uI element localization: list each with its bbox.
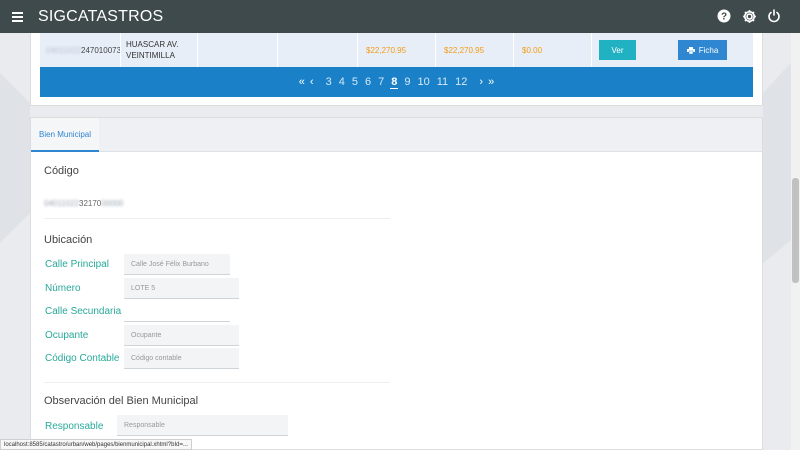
page-link[interactable]: 4 (338, 76, 346, 88)
hamburger-menu-icon[interactable] (12, 11, 32, 22)
print-icon (686, 46, 695, 54)
calle-secundaria-label: Calle Secundaria (45, 306, 122, 317)
prev-page-icon[interactable]: ‹ (310, 76, 314, 88)
codigo-title: Código (44, 165, 79, 177)
calle-secundaria-input[interactable] (124, 301, 230, 322)
divider (44, 218, 390, 219)
cell-empty (198, 33, 278, 67)
cell-amount: $0.00 (514, 33, 592, 67)
page-link[interactable]: 7 (377, 76, 385, 88)
ocupante-label: Ocupante (45, 330, 89, 341)
scrollbar-thumb[interactable] (792, 178, 799, 283)
observacion-title: Observación del Bien Municipal (44, 395, 199, 407)
cell-ficha: Ficha (672, 33, 752, 67)
divider (44, 382, 390, 383)
cell-ver: Ver (592, 33, 672, 67)
page-link[interactable]: 5 (351, 76, 359, 88)
help-icon[interactable]: ? (716, 8, 732, 24)
cell-amount: $22,270.95 (436, 33, 514, 67)
bien-municipal-card: Bien Municipal Código 040110223217000000… (30, 117, 763, 450)
top-bar: SIGCATASTROS ? (0, 0, 800, 33)
page-link[interactable]: 10 (416, 76, 430, 88)
results-table-card: 04011022 247010073 HUASCAR AV. VEINTIMILL… (30, 33, 763, 106)
page-link[interactable]: 11 (436, 76, 449, 88)
cell-code: 04011022 247010073 (40, 33, 121, 67)
first-page-icon[interactable]: « (299, 76, 305, 88)
responsable-input[interactable]: Responsable (117, 415, 288, 436)
app-title: SIGCATASTROS (38, 7, 164, 25)
ver-button[interactable]: Ver (599, 40, 636, 60)
cell-empty (278, 33, 358, 67)
codigo-value: 040110223217000000 (44, 199, 124, 208)
tab-bar: Bien Municipal (31, 118, 762, 152)
ubicacion-title: Ubicación (44, 234, 93, 246)
numero-input[interactable]: LOTE 5 (124, 278, 239, 299)
ocupante-input[interactable]: Ocupante (124, 325, 239, 346)
power-icon[interactable] (766, 8, 782, 24)
header-actions: ? (716, 8, 782, 24)
codigo-contable-input[interactable]: Código contable (124, 348, 239, 369)
table-row: 04011022 247010073 HUASCAR AV. VEINTIMILL… (40, 33, 753, 67)
page-link[interactable]: 9 (403, 76, 411, 88)
svg-text:?: ? (721, 12, 727, 23)
page-link[interactable]: 3 (325, 76, 333, 88)
last-page-icon[interactable]: » (488, 76, 494, 88)
page-scrollbar[interactable] (791, 33, 800, 450)
next-page-icon[interactable]: › (479, 76, 483, 88)
page-link[interactable]: 6 (364, 76, 372, 88)
page-link[interactable]: 12 (454, 76, 468, 88)
numero-label: Número (45, 283, 81, 294)
tab-bien-municipal[interactable]: Bien Municipal (31, 118, 100, 152)
pagination: « ‹ 3 4 5 6 7 8 9 10 11 12 › » (40, 67, 753, 97)
settings-icon[interactable] (741, 8, 757, 24)
page-link-active[interactable]: 8 (390, 76, 399, 89)
calle-principal-label: Calle Principal (45, 259, 109, 270)
browser-status-bar: localhost:8585/catastro/urban/web/pages/… (0, 439, 192, 450)
codigo-contable-label: Código Contable (45, 353, 120, 364)
calle-principal-input[interactable]: Calle José Félix Burbano (124, 254, 230, 275)
cell-address: HUASCAR AV. VEINTIMILLA (121, 33, 198, 67)
ficha-button[interactable]: Ficha (678, 40, 727, 60)
cell-amount: $22,270.95 (358, 33, 436, 67)
responsable-label: Responsable (45, 421, 104, 432)
